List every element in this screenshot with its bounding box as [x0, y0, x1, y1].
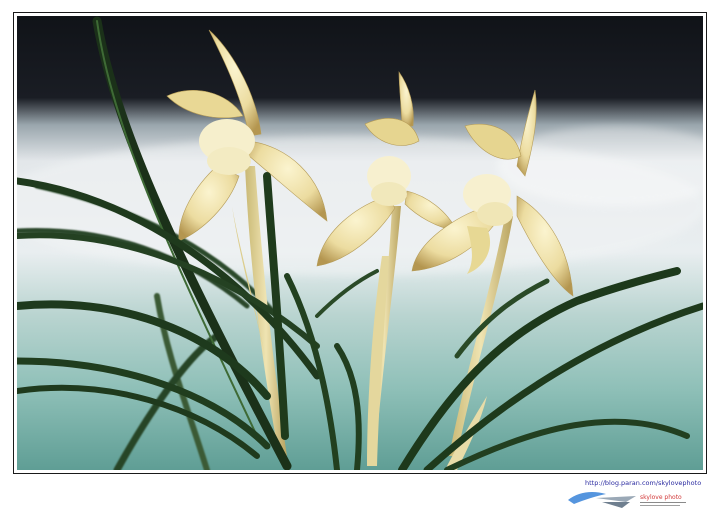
watermark: http://blog.paran.com/skylovephoto skylo… [562, 476, 712, 512]
watermark-logo: skylove photo [568, 492, 686, 508]
orchid-photo [17, 16, 703, 470]
orchid-illustration [17, 16, 703, 470]
watermark-logo-text: skylove photo [640, 494, 682, 501]
